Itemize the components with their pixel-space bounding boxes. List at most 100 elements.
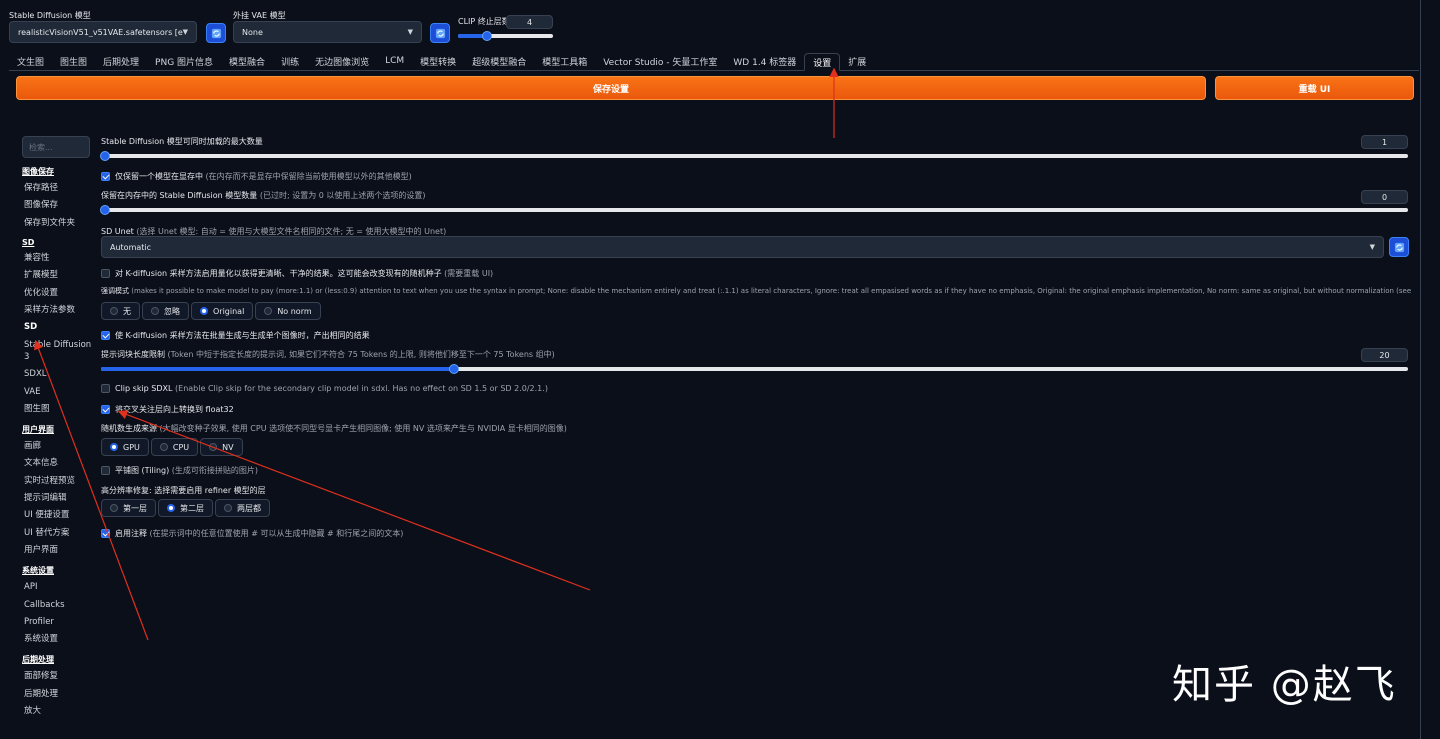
clipskip-checkbox[interactable] xyxy=(101,384,110,393)
rng-option-label: GPU xyxy=(123,442,140,452)
hires-option[interactable]: 第二层 xyxy=(158,499,213,517)
batch-option[interactable]: 使 K-diffusion 采样方法在批量生成与生成单个图像时，产出相同的结果 xyxy=(101,330,370,341)
clip-slider[interactable] xyxy=(458,31,553,41)
token-input[interactable]: 20 xyxy=(1361,348,1408,362)
tab-2[interactable]: 后期处理 xyxy=(95,52,147,70)
upcast-option[interactable]: 将交叉关注层向上转换到 float32 xyxy=(101,404,234,415)
tab-13[interactable]: 设置 xyxy=(804,53,841,71)
sidebar-item[interactable]: SD xyxy=(22,321,94,333)
tab-0[interactable]: 文生图 xyxy=(9,52,52,70)
comment-hint: (在提示词中的任意位置使用 # 可以从生成中隐藏 # 和行尾之间的文本) xyxy=(149,529,404,538)
emphasis-label: 强调模式 xyxy=(101,287,129,295)
rng-option[interactable]: GPU xyxy=(101,438,149,456)
batch-checkbox[interactable] xyxy=(101,331,110,340)
emphasis-option[interactable]: 忽略 xyxy=(142,302,189,320)
sidebar-item[interactable]: 后期处理 xyxy=(22,688,94,700)
keep-one-label: 仅保留一个模型在显存中 xyxy=(115,172,203,181)
sidebar-item[interactable]: 系统设置 xyxy=(22,633,94,645)
max-models-input[interactable]: 1 xyxy=(1361,135,1408,149)
comment-checkbox[interactable] xyxy=(101,529,110,538)
sidebar-item[interactable]: 用户界面 xyxy=(22,544,94,556)
tiling-option[interactable]: 平铺图 (Tiling) (生成可衔接拼贴的图片) xyxy=(101,465,258,476)
tab-7[interactable]: LCM xyxy=(377,52,412,70)
refresh-unet-button[interactable] xyxy=(1389,237,1409,257)
sidebar-item[interactable]: 放大 xyxy=(22,705,94,717)
sidebar-item[interactable]: SDXL xyxy=(22,368,94,380)
sidebar-group-heading[interactable]: 图像保存 xyxy=(22,166,94,177)
sidebar-item[interactable]: 提示词编辑 xyxy=(22,492,94,504)
rng-option[interactable]: NV xyxy=(200,438,243,456)
rng-option[interactable]: CPU xyxy=(150,438,199,456)
sidebar-item[interactable]: 采样方法参数 xyxy=(22,304,94,316)
sidebar-group-heading[interactable]: 用户界面 xyxy=(22,424,94,435)
sidebar-item[interactable]: 面部修复 xyxy=(22,670,94,682)
sidebar-item[interactable]: 保存路径 xyxy=(22,182,94,194)
tab-6[interactable]: 无边图像浏览 xyxy=(307,52,377,70)
tab-12[interactable]: WD 1.4 标签器 xyxy=(725,52,804,70)
tab-14[interactable]: 扩展 xyxy=(840,52,874,70)
emphasis-label-row: 强调模式 (makes it possible to make model to… xyxy=(101,286,1411,296)
sidebar-item[interactable]: 优化设置 xyxy=(22,287,94,299)
sidebar-item[interactable]: 兼容性 xyxy=(22,252,94,264)
reload-ui-button[interactable]: 重载 UI xyxy=(1215,76,1414,100)
sidebar-item[interactable]: Profiler xyxy=(22,616,94,628)
max-models-slider[interactable] xyxy=(100,151,1408,161)
keep-one-option[interactable]: 仅保留一个模型在显存中 (在内存而不是显存中保留除当前使用模型以外的其他模型) xyxy=(101,171,412,182)
refresh-vae-button[interactable] xyxy=(430,23,450,43)
sidebar-item[interactable]: Stable Diffusion 3 xyxy=(22,339,94,363)
sidebar-item[interactable]: UI 便捷设置 xyxy=(22,509,94,521)
tab-10[interactable]: 模型工具箱 xyxy=(534,52,595,70)
emphasis-option[interactable]: Original xyxy=(191,302,254,320)
keep-count-slider[interactable] xyxy=(100,205,1408,215)
unet-dropdown[interactable]: Automatic ▼ xyxy=(101,236,1384,258)
tab-11[interactable]: Vector Studio - 矢量工作室 xyxy=(595,52,725,70)
upcast-checkbox[interactable] xyxy=(101,405,110,414)
sidebar-item[interactable]: 保存到文件夹 xyxy=(22,217,94,229)
kdiff-checkbox[interactable] xyxy=(101,269,110,278)
sidebar-item[interactable]: UI 替代方案 xyxy=(22,527,94,539)
emphasis-option[interactable]: No norm xyxy=(255,302,321,320)
model-dropdown[interactable]: realisticVisionV51_v51VAE.safetensors [e… xyxy=(9,21,197,43)
vae-dropdown[interactable]: None ▼ xyxy=(233,21,422,43)
emphasis-option-label: No norm xyxy=(277,306,312,316)
tab-9[interactable]: 超级模型融合 xyxy=(464,52,534,70)
emphasis-option[interactable]: 无 xyxy=(101,302,140,320)
sidebar-item[interactable]: 图生图 xyxy=(22,403,94,415)
sidebar-group-heading[interactable]: SD xyxy=(22,238,94,247)
slider-thumb[interactable] xyxy=(449,364,459,374)
sidebar-item[interactable]: 实时过程预览 xyxy=(22,475,94,487)
hires-option-label: 第二层 xyxy=(180,503,204,513)
tab-1[interactable]: 图生图 xyxy=(52,52,95,70)
sidebar-item[interactable]: API xyxy=(22,581,94,593)
kdiff-option[interactable]: 对 K-diffusion 采样方法启用量化以获得更清晰、干净的结果。这可能会改… xyxy=(101,268,493,279)
clipskip-label: Clip skip SDXL xyxy=(115,384,173,393)
sidebar-item[interactable]: 画廊 xyxy=(22,440,94,452)
clipskip-option[interactable]: Clip skip SDXL (Enable Clip skip for the… xyxy=(101,384,548,393)
sidebar-item[interactable]: Callbacks xyxy=(22,599,94,611)
keep-count-input[interactable]: 0 xyxy=(1361,190,1408,204)
tab-3[interactable]: PNG 图片信息 xyxy=(147,52,221,70)
token-slider[interactable] xyxy=(101,364,1408,374)
sidebar-item[interactable]: VAE xyxy=(22,386,94,398)
sidebar-item[interactable]: 扩展模型 xyxy=(22,269,94,281)
sidebar-item[interactable]: 图像保存 xyxy=(22,199,94,211)
sidebar-group-heading[interactable]: 系统设置 xyxy=(22,565,94,576)
tab-8[interactable]: 模型转换 xyxy=(412,52,464,70)
hires-option[interactable]: 两层都 xyxy=(215,499,270,517)
refresh-model-button[interactable] xyxy=(206,23,226,43)
slider-thumb[interactable] xyxy=(100,205,110,215)
tiling-checkbox[interactable] xyxy=(101,466,110,475)
comment-option[interactable]: 启用注释 (在提示词中的任意位置使用 # 可以从生成中隐藏 # 和行尾之间的文本… xyxy=(101,528,403,539)
comment-label: 启用注释 xyxy=(115,529,147,538)
save-settings-button[interactable]: 保存设置 xyxy=(16,76,1206,100)
sidebar-group-heading[interactable]: 后期处理 xyxy=(22,654,94,665)
slider-thumb[interactable] xyxy=(100,151,110,161)
keep-one-checkbox[interactable] xyxy=(101,172,110,181)
tab-5[interactable]: 训练 xyxy=(273,52,307,70)
tab-4[interactable]: 模型融合 xyxy=(221,52,273,70)
clip-number-input[interactable]: 4 xyxy=(506,15,553,29)
slider-thumb[interactable] xyxy=(482,31,492,41)
settings-search-input[interactable]: 检索... xyxy=(22,136,90,158)
hires-option[interactable]: 第一层 xyxy=(101,499,156,517)
sidebar-item[interactable]: 文本信息 xyxy=(22,457,94,469)
